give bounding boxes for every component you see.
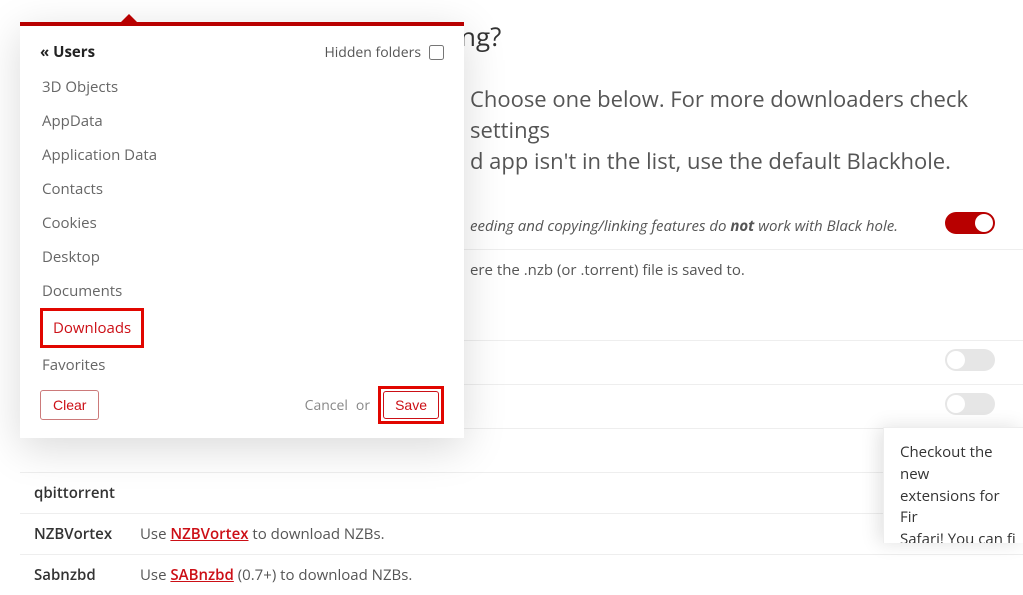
folder-item[interactable]: Contacts [40,172,442,206]
save-button[interactable]: Save [383,391,439,419]
hidden-folders-checkbox[interactable] [429,45,444,60]
page-title: ng? [460,18,1023,54]
folder-picker-popup: « Users Hidden folders 3D Objects AppDat… [20,22,464,438]
extensions-toast[interactable]: Checkout the new extensions for Fir Safa… [883,427,1023,543]
folder-item[interactable]: Application Data [40,138,442,172]
sabnzbd-desc: Use SABnzbd (0.7+) to download NZBs. [140,565,1023,585]
bh-note-prefix: eeding and copying/linking features do [470,216,730,236]
toast-line-2: extensions for Fir [900,486,1000,528]
folder-item-downloads[interactable]: Downloads [43,311,141,345]
folder-item[interactable]: Documents [40,274,442,308]
folder-item[interactable]: AppData [40,104,442,138]
sabnzbd-link[interactable]: SABnzbd [170,565,233,585]
nzbvortex-post: to download NZBs. [249,524,385,544]
downloads-highlight: Downloads [40,308,144,348]
folder-breadcrumb[interactable]: « Users [40,42,95,62]
folder-item[interactable]: Favorites [40,348,442,372]
folder-item[interactable]: Desktop [40,240,442,274]
save-highlight: Save [378,386,444,424]
nzbvortex-pre: Use [140,524,170,544]
bh-note-suffix: work with Black hole. [754,216,898,236]
option-toggle-2[interactable] [945,393,995,415]
bh-note-bold: not [730,216,754,236]
folder-item[interactable]: 3D Objects [40,70,442,104]
folder-item[interactable]: Cookies [40,206,442,240]
sabnzbd-pre: Use [140,565,170,585]
toast-line-1: Checkout the new [900,442,993,484]
nzbvortex-link[interactable]: NZBVortex [170,524,248,544]
sabnzbd-post: (0.7+) to download NZBs. [234,565,412,585]
cancel-button[interactable]: Cancel [305,396,348,415]
hidden-folders-option[interactable]: Hidden folders [324,43,444,62]
blackhole-note: eeding and copying/linking features do n… [470,216,945,236]
nzbvortex-label: NZBVortex [20,524,140,544]
option-toggle-1[interactable] [945,349,995,371]
toast-line-3: Safari! You can fi [900,529,1016,543]
blackhole-toggle[interactable] [945,212,995,234]
qbittorrent-label: qbittorrent [20,483,140,503]
clear-button[interactable]: Clear [40,390,99,420]
lead-line-1: Choose one below. For more downloaders c… [470,84,968,145]
blackhole-folder-hint: ere the .nzb (or .torrent) file is saved… [470,260,1023,280]
hidden-folders-label: Hidden folders [324,43,421,62]
lead-line-2: d app isn't in the list, use the default… [470,146,951,176]
or-text: or [356,396,370,415]
page-lead: Choose one below. For more downloaders c… [470,84,1023,176]
folder-list[interactable]: 3D Objects AppData Application Data Cont… [40,70,444,372]
sabnzbd-label: Sabnzbd [20,565,140,585]
